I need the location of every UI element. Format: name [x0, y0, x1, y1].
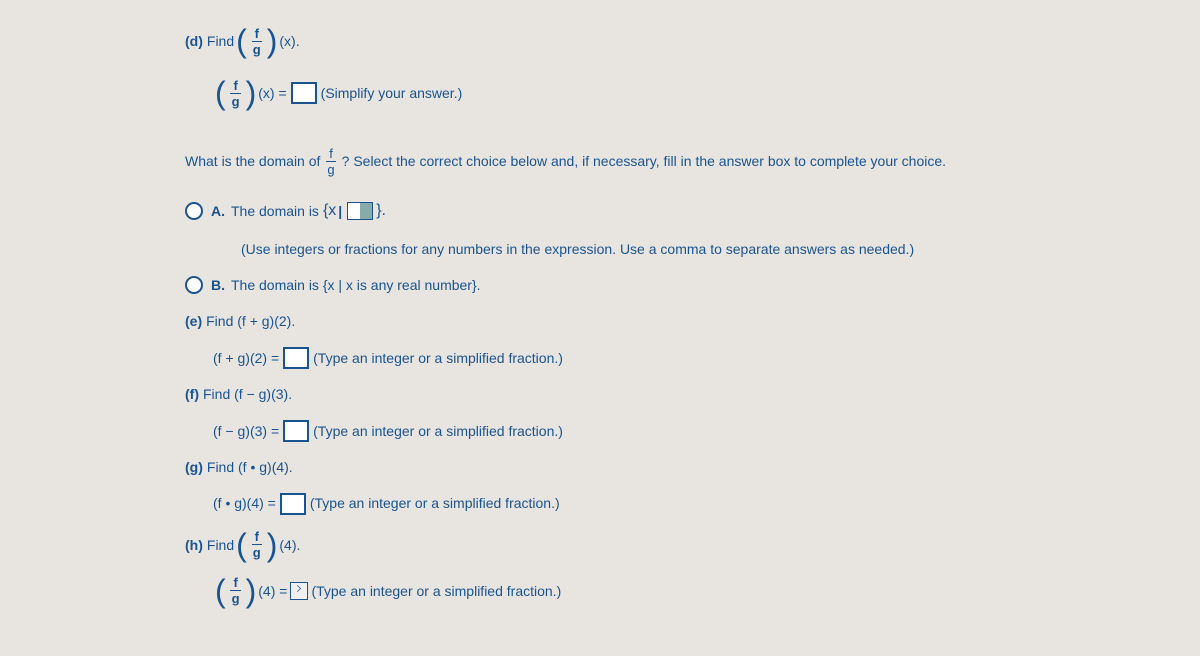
part-f-text: Find (f − g)(3).	[203, 383, 292, 405]
arg-text: (x).	[279, 30, 299, 52]
part-g-text: Find (f • g)(4).	[207, 456, 293, 478]
part-h-input[interactable]	[290, 582, 308, 600]
part-e-expr: (f + g)(2) =	[213, 347, 279, 369]
part-g-label: (g)	[185, 456, 203, 478]
close-paren-icon: )	[267, 25, 278, 57]
equals-text: (x) =	[258, 82, 286, 104]
part-h-prompt: (h) Find ( f g ) (4).	[185, 529, 1140, 561]
part-e-answer: (f + g)(2) = (Type an integer or a simpl…	[213, 347, 1140, 369]
question-content: (d) Find ( f g ) (x). ( f g ) (x) = (Sim…	[0, 0, 1200, 641]
option-a-label: A.	[211, 200, 225, 222]
part-g-expr: (f • g)(4) =	[213, 492, 276, 514]
part-e-label: (e)	[185, 310, 202, 332]
radio-a[interactable]	[185, 202, 203, 220]
option-b[interactable]: B. The domain is {x | x is any real numb…	[185, 274, 1140, 296]
part-h-arg: (4).	[279, 534, 300, 556]
fraction-fg-h2: ( f g )	[215, 575, 256, 607]
fraction-fg-h: ( f g )	[236, 529, 277, 561]
part-h-label: (h)	[185, 534, 203, 556]
brace-close: }.	[376, 198, 386, 224]
part-e-text: Find (f + g)(2).	[206, 310, 295, 332]
part-h-equals: (4) =	[258, 580, 287, 602]
fraction-fg-2: ( f g )	[215, 77, 256, 109]
option-a-hint: (Use integers or fractions for any numbe…	[241, 238, 1140, 260]
open-paren-icon: (	[236, 25, 247, 57]
option-b-text: The domain is {x | x is any real number}…	[231, 274, 481, 296]
radio-b[interactable]	[185, 276, 203, 294]
domain-suffix: ? Select the correct choice below and, i…	[342, 150, 946, 172]
part-e-hint: (Type an integer or a simplified fractio…	[313, 347, 563, 369]
part-e-input[interactable]	[283, 347, 309, 369]
part-f-input[interactable]	[283, 420, 309, 442]
part-g-input[interactable]	[280, 493, 306, 515]
part-g-answer: (f • g)(4) = (Type an integer or a simpl…	[213, 492, 1140, 514]
option-b-label: B.	[211, 274, 225, 296]
part-d-label: (d)	[185, 30, 203, 52]
part-f-expr: (f − g)(3) =	[213, 420, 279, 442]
part-d-prompt: (d) Find ( f g ) (x).	[185, 25, 1140, 57]
part-h-answer: ( f g ) (4) = (Type an integer or a simp…	[213, 575, 1140, 607]
option-a[interactable]: A. The domain is {x | }.	[185, 198, 1140, 224]
fraction-fg: ( f g )	[236, 25, 277, 57]
domain-question: What is the domain of f g ? Select the c…	[185, 147, 1140, 176]
part-h-find: Find	[207, 534, 234, 556]
pipe-icon: |	[338, 200, 342, 222]
domain-input[interactable]	[347, 202, 373, 220]
part-f-answer: (f − g)(3) = (Type an integer or a simpl…	[213, 420, 1140, 442]
part-f-prompt: (f) Find (f − g)(3).	[185, 383, 1140, 405]
find-text: Find	[207, 30, 234, 52]
part-f-hint: (Type an integer or a simplified fractio…	[313, 420, 563, 442]
option-a-text: The domain is	[231, 200, 319, 222]
brace-open: {x	[323, 198, 336, 224]
simplify-hint: (Simplify your answer.)	[321, 82, 463, 104]
part-h-hint: (Type an integer or a simplified fractio…	[311, 580, 561, 602]
part-d-input[interactable]	[291, 82, 317, 104]
part-f-label: (f)	[185, 383, 199, 405]
part-g-prompt: (g) Find (f • g)(4).	[185, 456, 1140, 478]
part-g-hint: (Type an integer or a simplified fractio…	[310, 492, 560, 514]
part-e-prompt: (e) Find (f + g)(2).	[185, 310, 1140, 332]
domain-prefix: What is the domain of	[185, 150, 320, 172]
part-d-answer-line: ( f g ) (x) = (Simplify your answer.)	[213, 77, 1140, 109]
